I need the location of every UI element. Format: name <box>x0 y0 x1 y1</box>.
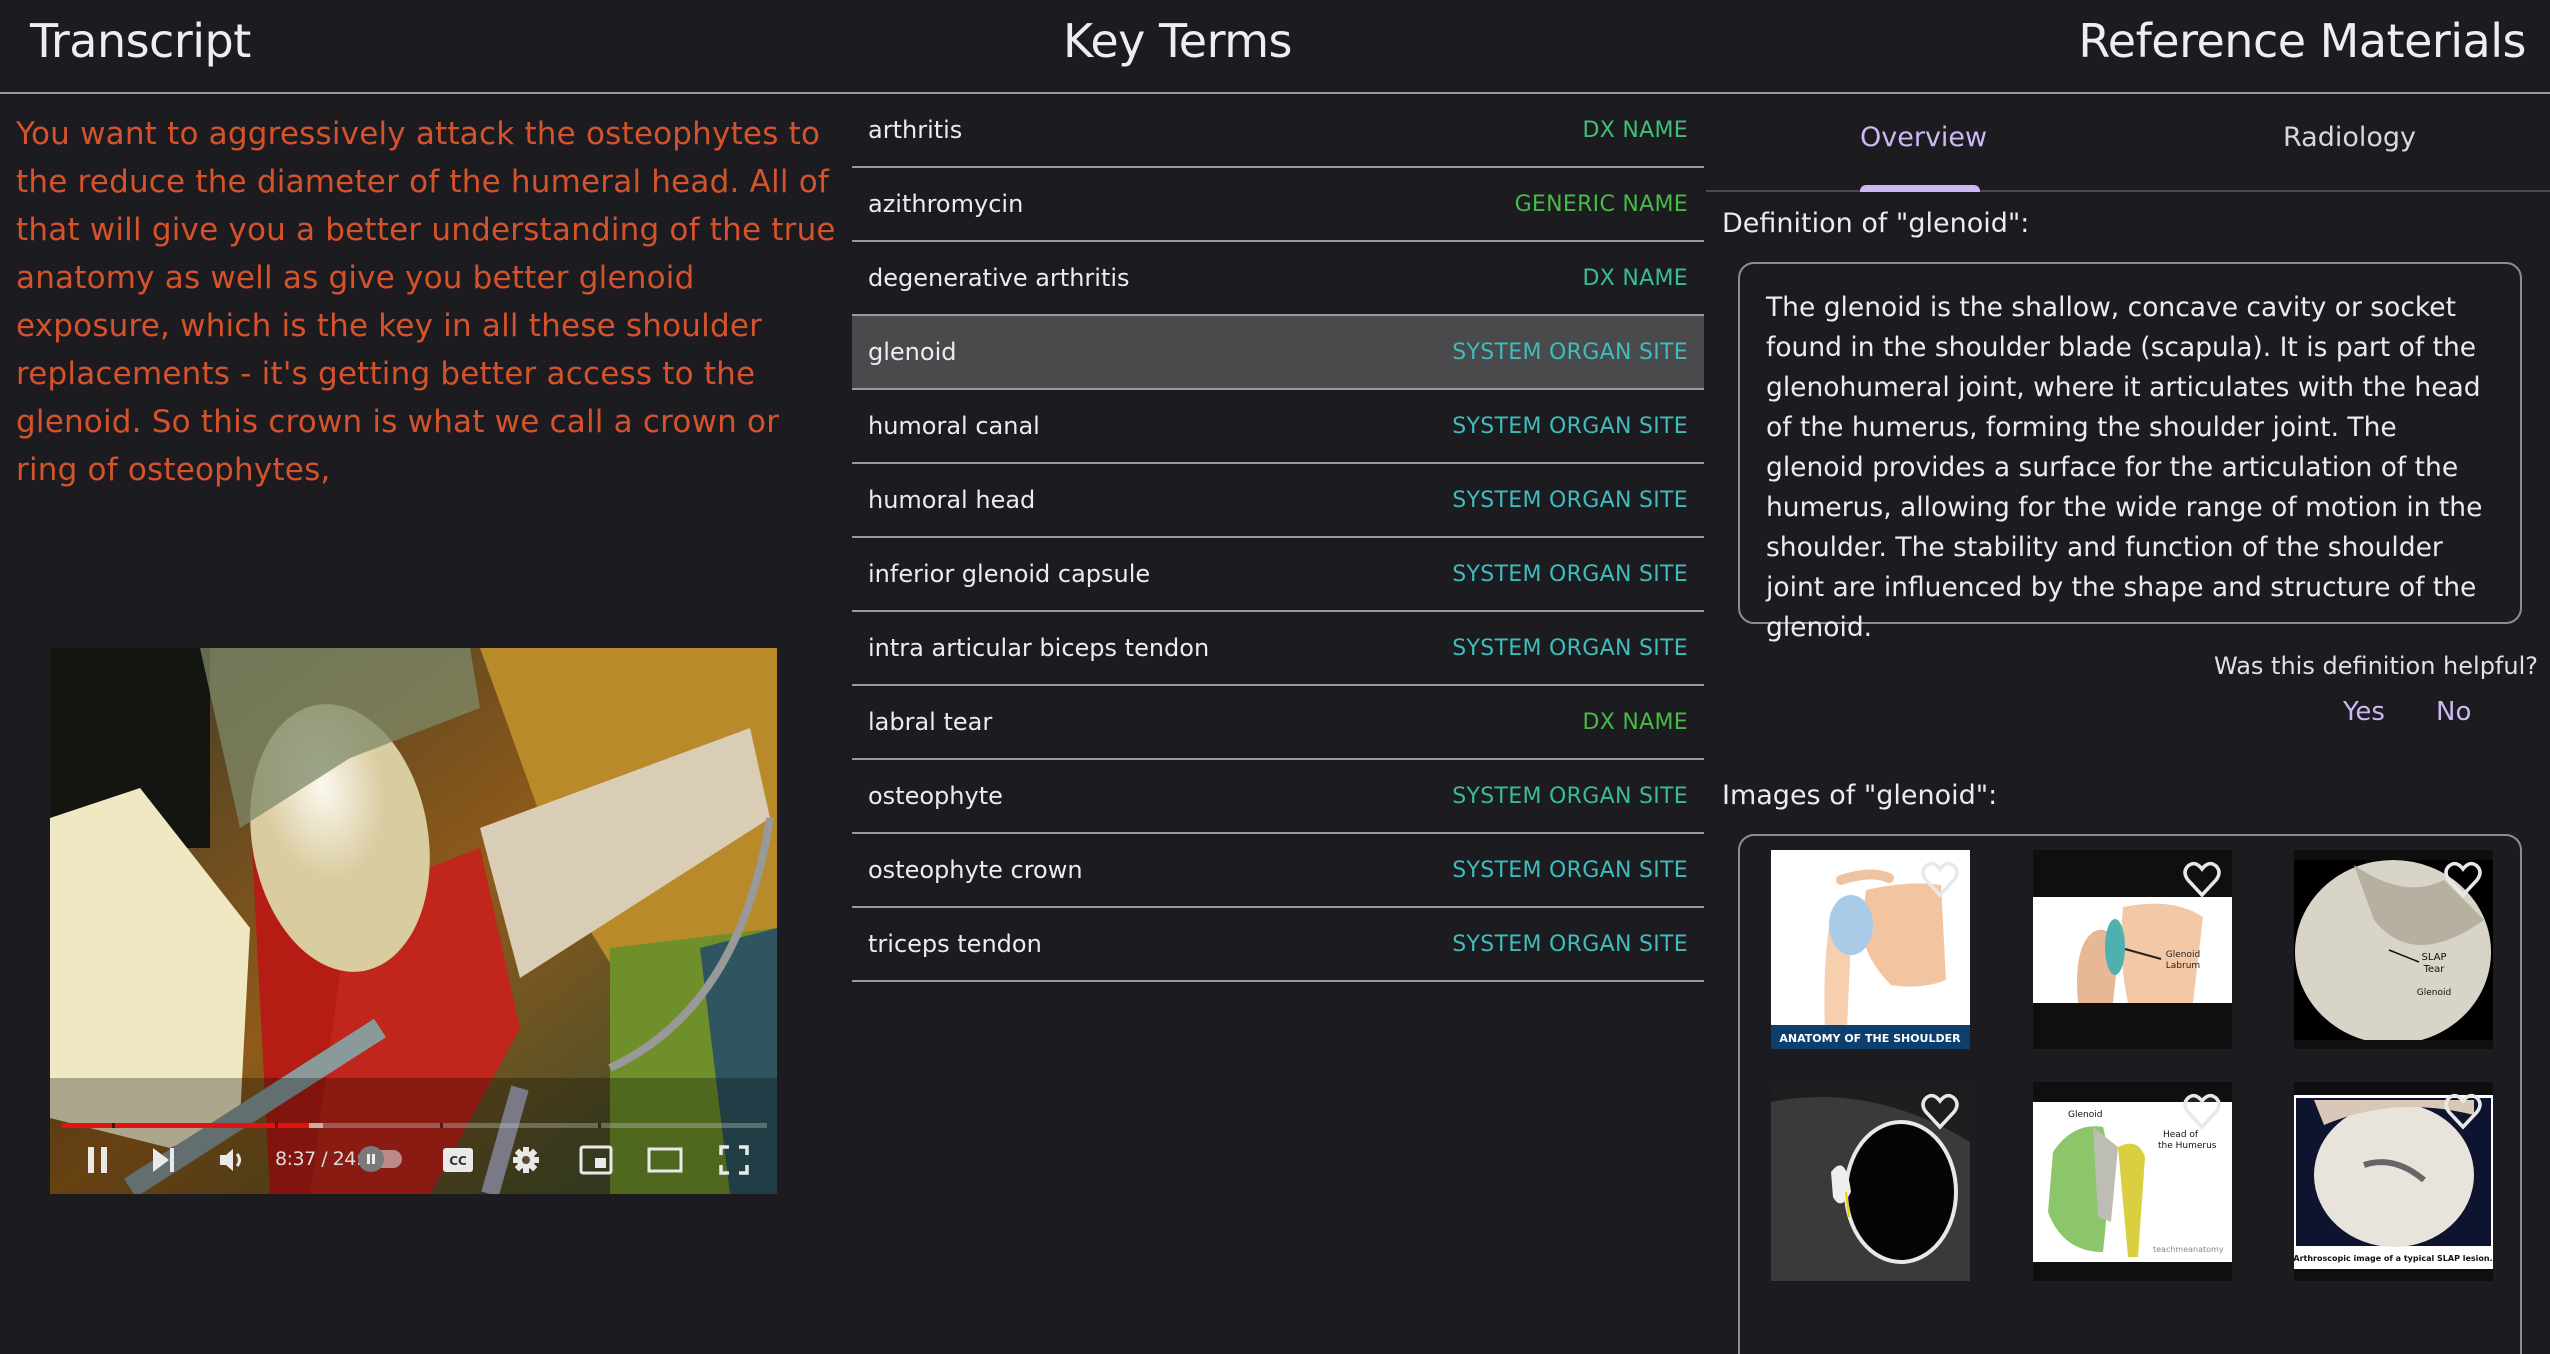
favorite-heart-icon[interactable] <box>1920 860 1960 900</box>
theater-mode-button[interactable] <box>644 1142 686 1178</box>
next-button[interactable] <box>146 1142 182 1178</box>
svg-text:the Humerus: the Humerus <box>2158 1141 2217 1151</box>
captions-icon: CC <box>443 1148 473 1172</box>
volume-button[interactable] <box>212 1142 252 1178</box>
key-term-row[interactable]: humoral canal SYSTEM ORGAN SITE <box>852 390 1704 464</box>
volume-icon <box>220 1149 241 1171</box>
transcript-text: You want to aggressively attack the oste… <box>16 116 836 488</box>
key-term-name: inferior glenoid capsule <box>868 560 1151 588</box>
tab-radiology[interactable]: Radiology <box>2283 122 2416 153</box>
key-term-name: humoral head <box>868 486 1036 514</box>
video-time-display: 8:37 / 24: <box>275 1148 362 1170</box>
favorite-heart-icon[interactable] <box>2443 1092 2483 1132</box>
settings-gear-icon <box>513 1147 539 1173</box>
svg-text:Glenoid: Glenoid <box>2417 988 2451 998</box>
key-term-type: SYSTEM ORGAN SITE <box>1452 487 1688 513</box>
reference-panel: Overview Radiology Definition of "glenoi… <box>1706 94 2550 1354</box>
key-term-row[interactable]: osteophyte crown SYSTEM ORGAN SITE <box>852 834 1704 908</box>
image-thumbnail-slap-tear[interactable]: SLAP Tear Glenoid <box>2294 850 2493 1049</box>
key-term-type: SYSTEM ORGAN SITE <box>1452 339 1688 365</box>
svg-text:Arthroscopic image of a typica: Arthroscopic image of a typical SLAP les… <box>2294 1254 2493 1263</box>
settings-button[interactable] <box>506 1142 546 1178</box>
key-term-row[interactable]: arthritis DX NAME <box>852 94 1704 168</box>
image-thumbnail-glenoid-fossa[interactable]: Glenoid Head of the Humerus teachmeanato… <box>2033 1082 2232 1281</box>
miniplayer-icon <box>579 1145 613 1175</box>
key-term-row[interactable]: azithromycin GENERIC NAME <box>852 168 1704 242</box>
svg-text:Labrum: Labrum <box>2166 961 2200 971</box>
svg-text:CC: CC <box>449 1154 467 1168</box>
key-term-name: triceps tendon <box>868 930 1042 958</box>
helpful-yes-button[interactable]: Yes <box>2343 697 2385 727</box>
helpful-no-button[interactable]: No <box>2436 697 2471 727</box>
key-term-name: intra articular biceps tendon <box>868 634 1210 662</box>
key-term-name: arthritis <box>868 116 963 144</box>
autoplay-toggle[interactable] <box>358 1146 402 1172</box>
key-term-name: azithromycin <box>868 190 1024 218</box>
fullscreen-icon <box>719 1145 749 1175</box>
svg-text:SLAP: SLAP <box>2421 952 2446 963</box>
reference-materials-title: Reference Materials <box>2078 14 2526 68</box>
key-term-row[interactable]: humoral head SYSTEM ORGAN SITE <box>852 464 1704 538</box>
key-term-name: labral tear <box>868 708 993 736</box>
key-term-name: glenoid <box>868 338 957 366</box>
image-thumbnail-slap-lesion[interactable]: Arthroscopic image of a typical SLAP les… <box>2294 1082 2493 1281</box>
svg-text:Tear: Tear <box>2423 964 2446 975</box>
transcript-title: Transcript <box>30 14 251 68</box>
key-term-type: SYSTEM ORGAN SITE <box>1452 413 1688 439</box>
pause-icon <box>88 1147 107 1173</box>
key-term-type: DX NAME <box>1582 709 1688 735</box>
key-term-type: SYSTEM ORGAN SITE <box>1452 857 1688 883</box>
svg-text:ANATOMY OF THE SHOULDER: ANATOMY OF THE SHOULDER <box>1779 1032 1961 1045</box>
key-term-name: degenerative arthritis <box>868 264 1130 292</box>
tab-overview[interactable]: Overview <box>1860 122 1987 153</box>
key-term-row[interactable]: degenerative arthritis DX NAME <box>852 242 1704 316</box>
images-label: Images of "glenoid": <box>1722 780 1998 811</box>
key-term-row[interactable]: triceps tendon SYSTEM ORGAN SITE <box>852 908 1704 982</box>
key-term-type: DX NAME <box>1582 117 1688 143</box>
reference-tabs: Overview Radiology <box>1706 94 2550 192</box>
svg-text:teachmeanatomy: teachmeanatomy <box>2153 1245 2224 1254</box>
video-player[interactable]: 8:37 / 24: CC <box>50 648 777 1194</box>
key-term-type: SYSTEM ORGAN SITE <box>1452 783 1688 809</box>
favorite-heart-icon[interactable] <box>2443 860 2483 900</box>
video-controls: 8:37 / 24: CC <box>50 1128 777 1194</box>
key-term-type: SYSTEM ORGAN SITE <box>1452 561 1688 587</box>
fullscreen-button[interactable] <box>714 1142 754 1178</box>
image-thumbnail-shoulder-anatomy[interactable]: ANATOMY OF THE SHOULDER <box>1771 850 1970 1049</box>
key-terms-list: arthritis DX NAME azithromycin GENERIC NAME… <box>852 94 1704 982</box>
key-term-row[interactable]: osteophyte SYSTEM ORGAN SITE <box>852 760 1704 834</box>
key-term-type: SYSTEM ORGAN SITE <box>1452 931 1688 957</box>
image-thumbnail-mri[interactable] <box>1771 1082 1970 1281</box>
helpful-question: Was this definition helpful? <box>2214 652 2538 680</box>
key-terms-title: Key Terms <box>1063 14 1292 68</box>
favorite-heart-icon[interactable] <box>2182 860 2222 900</box>
definition-box: The glenoid is the shallow, concave cavi… <box>1738 262 2522 643</box>
key-term-name: humoral canal <box>868 412 1040 440</box>
svg-text:Glenoid: Glenoid <box>2068 1110 2102 1120</box>
key-term-row[interactable]: inferior glenoid capsule SYSTEM ORGAN SIT… <box>852 538 1704 612</box>
video-frame[interactable] <box>50 648 777 1194</box>
key-term-row[interactable]: glenoid SYSTEM ORGAN SITE <box>852 316 1704 390</box>
pause-button[interactable] <box>80 1142 116 1178</box>
images-grid: ANATOMY OF THE SHOULDER Glenoid Labrum S… <box>1738 834 2522 1354</box>
key-term-row[interactable]: intra articular biceps tendon SYSTEM ORGA… <box>852 612 1704 686</box>
favorite-heart-icon[interactable] <box>1920 1092 1960 1132</box>
active-tab-indicator <box>1860 185 1980 192</box>
miniplayer-button[interactable] <box>576 1142 616 1178</box>
key-term-type: GENERIC NAME <box>1514 191 1688 217</box>
svg-text:Glenoid: Glenoid <box>2166 950 2200 960</box>
image-thumbnail-glenoid-labrum[interactable]: Glenoid Labrum <box>2033 850 2232 1049</box>
key-term-name: osteophyte crown <box>868 856 1083 884</box>
captions-button[interactable]: CC <box>438 1142 478 1178</box>
favorite-heart-icon[interactable] <box>2182 1092 2222 1132</box>
definition-label: Definition of "glenoid": <box>1722 208 2030 239</box>
key-term-type: SYSTEM ORGAN SITE <box>1452 635 1688 661</box>
theater-mode-icon <box>647 1147 683 1173</box>
key-term-row[interactable]: labral tear DX NAME <box>852 686 1704 760</box>
key-term-name: osteophyte <box>868 782 1003 810</box>
next-icon <box>153 1148 174 1172</box>
key-term-type: DX NAME <box>1582 265 1688 291</box>
